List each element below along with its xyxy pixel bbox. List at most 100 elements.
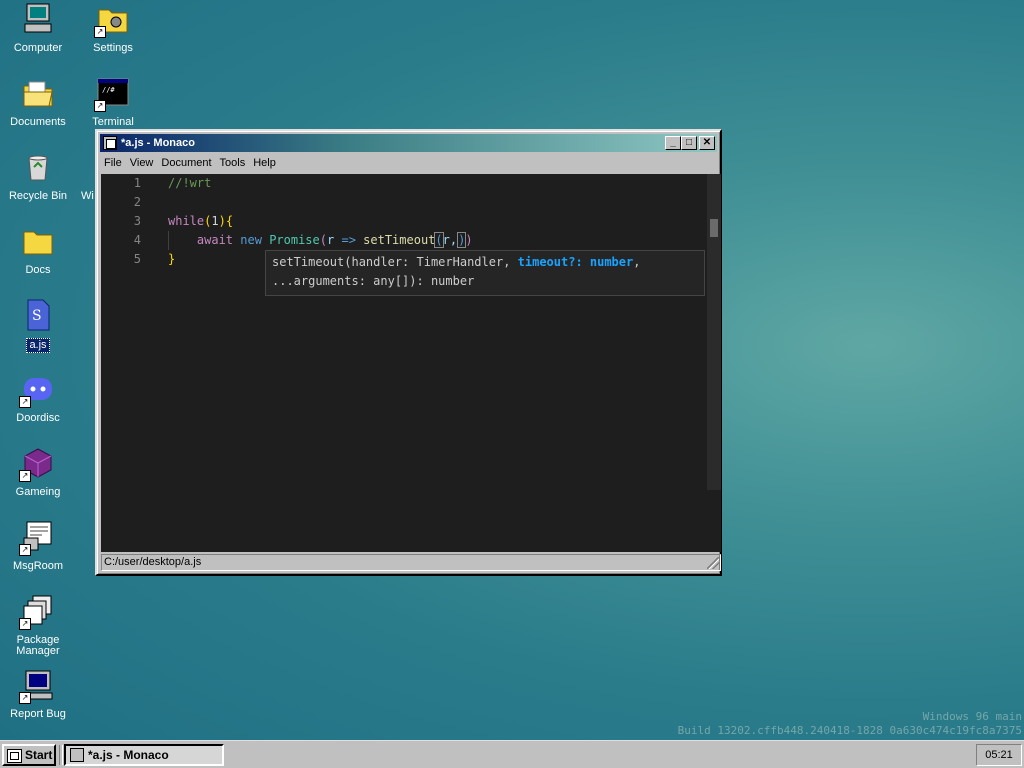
menu-tools[interactable]: Tools — [216, 154, 250, 172]
desktop-icon-gameing[interactable]: ↗ Gameing — [0, 446, 76, 499]
desktop-icon-label: a.js — [26, 338, 50, 353]
hint-active-parameter: timeout?: number — [517, 255, 634, 269]
start-logo-icon — [7, 749, 22, 763]
folder-icon — [21, 224, 55, 258]
shortcut-arrow-icon: ↗ — [19, 396, 31, 408]
code-comment: //!wrt — [168, 176, 212, 190]
taskbar-window-button[interactable]: *a.js - Monaco — [64, 744, 224, 766]
recycle-bin-icon — [21, 150, 55, 184]
code-keyword-await: await — [196, 233, 234, 247]
line-number: 5 — [133, 252, 141, 266]
desktop-icon-computer[interactable]: Computer — [0, 2, 76, 55]
desktop-icon-label: MsgRoom — [12, 560, 64, 572]
computer-icon — [21, 2, 55, 36]
start-button[interactable]: Start — [2, 744, 56, 766]
code-keyword-new: new — [240, 233, 262, 247]
bug-report-monitor-icon: ↗ — [19, 668, 55, 704]
desktop-icon-label: Recycle Bin — [8, 190, 68, 202]
line-number: 1 — [133, 176, 141, 190]
line-number: 2 — [133, 195, 141, 209]
partial-icon — [75, 150, 95, 184]
code-arg: r, — [442, 233, 458, 247]
desktop-icon-label: Wi — [81, 190, 94, 202]
task-app-icon — [70, 748, 84, 762]
build-watermark-line2: Build 13202.cffb448.240418-1828 0a630c47… — [677, 724, 1022, 737]
parameter-hint-widget: setTimeout(handler: TimerHandler, timeou… — [265, 250, 705, 296]
desktop-icon-label: Report Bug — [10, 708, 66, 720]
shortcut-arrow-icon: ↗ — [19, 692, 31, 704]
settings-folder-icon: ↗ — [94, 2, 130, 38]
svg-text://#: //# — [102, 86, 115, 94]
desktop-icon-package-manager[interactable]: ↗ Package Manager — [0, 594, 76, 658]
message-room-icon: ↗ — [19, 520, 55, 556]
package-icon: ↗ — [19, 594, 55, 630]
desktop-icon-label: Package Manager — [16, 634, 60, 657]
minimize-button[interactable]: _ — [665, 136, 681, 150]
svg-text:S: S — [32, 308, 42, 324]
desktop-icon-msgroom[interactable]: ↗ MsgRoom — [0, 520, 76, 573]
line-number: 4 — [133, 233, 141, 247]
menu-document[interactable]: Document — [157, 154, 215, 172]
resize-grip[interactable] — [707, 557, 719, 569]
system-clock[interactable]: 05:21 — [976, 744, 1022, 766]
cube-game-icon: ↗ — [19, 446, 55, 482]
shortcut-arrow-icon: ↗ — [94, 26, 106, 38]
window-app-icon[interactable] — [103, 136, 117, 150]
code-function-settimeout: setTimeout — [363, 233, 436, 247]
taskbar: Start *a.js - Monaco 05:21 — [0, 740, 1024, 768]
window-titlebar[interactable]: *a.js - Monaco _ □ ✕ — [100, 134, 717, 152]
shortcut-arrow-icon: ↗ — [19, 618, 31, 630]
line-number: 3 — [133, 214, 141, 228]
hint-signature-end: ...arguments: any[]): number — [272, 274, 475, 288]
hint-signature-start: setTimeout(handler: TimerHandler, — [272, 255, 518, 269]
desktop-icon-doordisc[interactable]: ↗ Doordisc — [0, 372, 76, 425]
shortcut-arrow-icon: ↗ — [19, 470, 31, 482]
desktop-icon-recycle-bin[interactable]: Recycle Bin — [0, 150, 76, 203]
desktop-icon-label: Docs — [25, 264, 51, 276]
desktop-icon-label: Terminal — [92, 116, 134, 128]
desktop-icon-settings[interactable]: ↗ Settings — [75, 2, 151, 55]
js-file-icon: S — [21, 298, 55, 332]
maximize-button[interactable]: □ — [681, 136, 697, 150]
code-line-1: //!wrt — [168, 174, 211, 193]
code-editor[interactable]: 1 2 3 4 5 //!wrt while(1){ await new Pro… — [101, 174, 721, 552]
editor-scrollbar[interactable] — [707, 174, 721, 490]
build-watermark-line1: Windows 96 main — [922, 710, 1022, 723]
start-label: Start — [25, 748, 53, 762]
desktop-icon-documents[interactable]: Documents — [0, 76, 76, 129]
shortcut-arrow-icon: ↗ — [19, 544, 31, 556]
menu-file[interactable]: File — [100, 154, 126, 172]
code-class-promise: Promise — [269, 233, 320, 247]
status-file-path: C:/user/desktop/a.js — [104, 556, 202, 568]
code-number: 1 — [211, 214, 219, 228]
terminal-icon: //# ↗ — [94, 76, 130, 112]
code-line-3: while(1){ — [168, 214, 234, 228]
menu-view[interactable]: View — [126, 154, 158, 172]
code-keyword-while: while — [168, 214, 205, 228]
code-line-5: } — [168, 252, 176, 266]
folder-open-icon — [21, 76, 55, 110]
code-param: r — [327, 233, 335, 247]
taskbar-divider — [59, 745, 63, 765]
editor-window[interactable]: *a.js - Monaco _ □ ✕ File View Document Too… — [95, 129, 722, 576]
code-arrow: => — [341, 233, 356, 247]
desktop-icon-partial[interactable]: Wi — [75, 150, 95, 203]
desktop-icon-a-js[interactable]: S a.js — [0, 298, 76, 353]
desktop-icon-docs[interactable]: Docs — [0, 224, 76, 277]
task-label: *a.js - Monaco — [88, 748, 169, 762]
scrollbar-thumb[interactable] — [710, 219, 718, 237]
desktop-icon-label: Doordisc — [16, 412, 60, 424]
shortcut-arrow-icon: ↗ — [94, 100, 106, 112]
desktop-icon-label: Computer — [13, 42, 63, 54]
desktop-icon-label: Gameing — [15, 486, 61, 498]
desktop-icon-terminal[interactable]: //# ↗ Terminal — [75, 76, 151, 129]
chat-app-icon: ↗ — [19, 372, 55, 408]
status-bar: C:/user/desktop/a.js — [101, 554, 721, 571]
desktop-icon-label: Settings — [93, 42, 133, 54]
desktop-icon-report-bug[interactable]: ↗ Report Bug — [0, 668, 76, 721]
window-title: *a.js - Monaco — [121, 137, 195, 149]
menu-bar: File View Document Tools Help — [100, 154, 717, 172]
close-button[interactable]: ✕ — [699, 136, 715, 150]
code-line-4: await new Promise(r => setTimeout(r,)) — [196, 232, 473, 248]
menu-help[interactable]: Help — [249, 154, 280, 172]
